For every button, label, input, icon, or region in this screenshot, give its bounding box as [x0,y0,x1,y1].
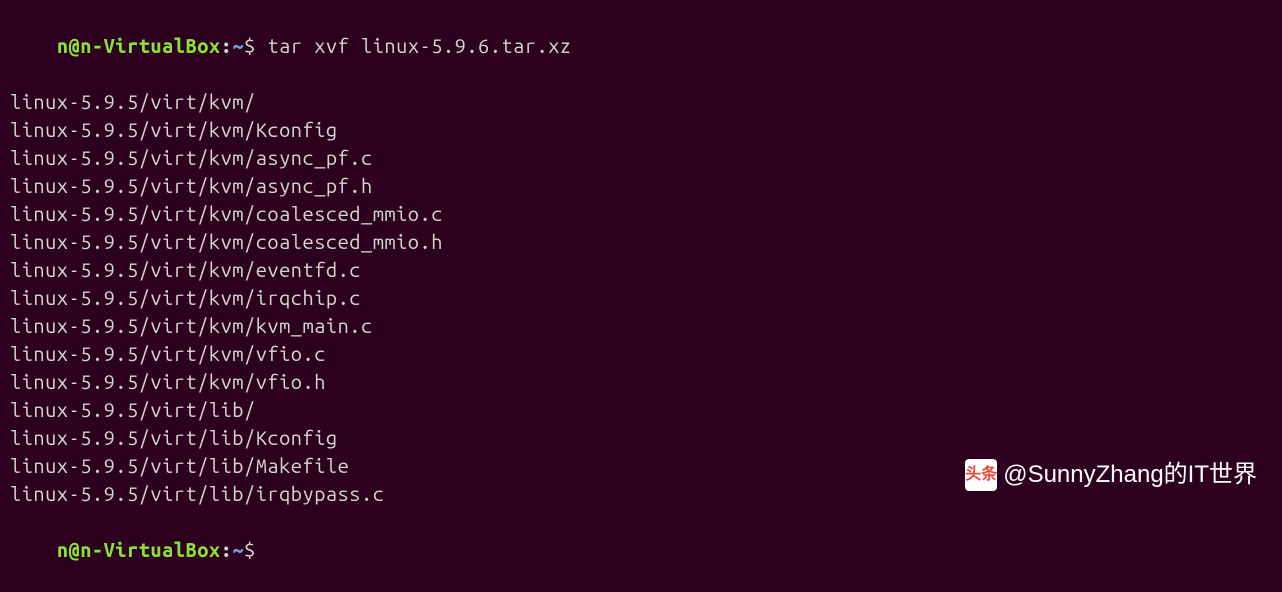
output-line: linux-5.9.5/virt/kvm/eventfd.c [10,256,1272,284]
command-text: tar xvf linux-5.9.6.tar.xz [267,34,571,57]
output-line: linux-5.9.5/virt/kvm/ [10,88,1272,116]
prompt-user-host: n@n-VirtualBox [57,538,221,561]
output-line: linux-5.9.5/virt/lib/Kconfig [10,424,1272,452]
prompt-path: ~ [232,538,244,561]
output-line: linux-5.9.5/virt/lib/ [10,396,1272,424]
output-line: linux-5.9.5/virt/kvm/async_pf.h [10,172,1272,200]
prompt-separator: : [221,34,233,57]
output-line: linux-5.9.5/virt/kvm/vfio.c [10,340,1272,368]
prompt-line[interactable]: n@n-VirtualBox:~$ [10,508,1272,592]
watermark-text: @SunnyZhang的IT世界 [1003,458,1257,492]
output-line: linux-5.9.5/virt/kvm/Kconfig [10,116,1272,144]
prompt-symbol: $ [244,34,256,57]
output-line: linux-5.9.5/virt/kvm/async_pf.c [10,144,1272,172]
terminal-window[interactable]: n@n-VirtualBox:~$ tar xvf linux-5.9.6.ta… [10,4,1272,592]
output-line: linux-5.9.5/virt/kvm/irqchip.c [10,284,1272,312]
output-line: linux-5.9.5/virt/kvm/coalesced_mmio.h [10,228,1272,256]
command-line: n@n-VirtualBox:~$ tar xvf linux-5.9.6.ta… [10,4,1272,88]
output-line: linux-5.9.5/virt/kvm/coalesced_mmio.c [10,200,1272,228]
prompt-path: ~ [232,34,244,57]
prompt-separator: : [221,538,233,561]
toutiao-icon: 头条 [965,459,997,491]
watermark: 头条 @SunnyZhang的IT世界 [965,458,1257,492]
prompt-symbol: $ [244,538,256,561]
output-line: linux-5.9.5/virt/kvm/kvm_main.c [10,312,1272,340]
prompt-user-host: n@n-VirtualBox [57,34,221,57]
output-line: linux-5.9.5/virt/kvm/vfio.h [10,368,1272,396]
